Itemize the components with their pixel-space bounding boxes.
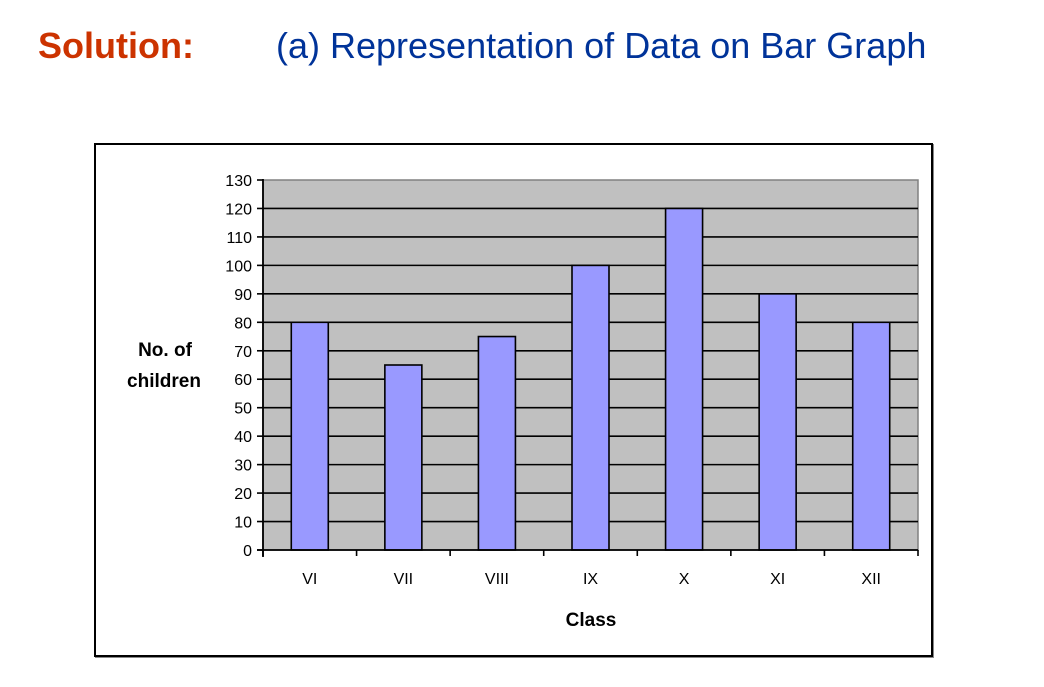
x-tick-label-x: X xyxy=(679,571,690,588)
bar-xi xyxy=(758,293,797,551)
y-tick-label: 30 xyxy=(234,458,252,475)
bar-x xyxy=(664,207,704,551)
x-tick-label-xi: XI xyxy=(770,571,785,588)
y-tick-label: 90 xyxy=(234,287,252,304)
bar-ix xyxy=(571,264,610,551)
bar-vii xyxy=(384,364,423,551)
y-tick-label: 120 xyxy=(225,201,252,218)
y-tick-label: 80 xyxy=(234,315,252,332)
y-axis-title-line2: children xyxy=(127,371,201,392)
y-tick-label: 100 xyxy=(225,258,252,275)
x-tick-label-xii: XII xyxy=(861,571,881,588)
x-tick-label-viii: VIII xyxy=(485,571,509,588)
y-tick-label: 60 xyxy=(234,372,252,389)
bar-vi xyxy=(290,321,330,551)
y-tick-label: 40 xyxy=(234,429,252,446)
y-tick-label: 50 xyxy=(234,401,252,418)
bar-chart: 0 10 20 30 40 50 60 70 80 90 100 110 120 130 VI VII VIII… xyxy=(127,173,919,631)
y-tick-label: 20 xyxy=(234,486,252,503)
y-tick-label: 110 xyxy=(226,230,252,247)
y-tick-label: 130 xyxy=(225,173,252,190)
y-axis-title-line1: No. of xyxy=(138,340,192,361)
x-axis-title: Class xyxy=(566,610,617,631)
x-tick-label-ix: IX xyxy=(583,571,598,588)
y-tick-label: 0 xyxy=(243,543,252,560)
y-tick-label: 10 xyxy=(234,515,252,532)
x-tick-label-vi: VI xyxy=(302,571,317,588)
x-tick-label-vii: VII xyxy=(394,571,414,588)
bar-xii xyxy=(851,321,891,551)
y-tick-label: 70 xyxy=(234,344,252,361)
bar-viii xyxy=(477,335,517,551)
